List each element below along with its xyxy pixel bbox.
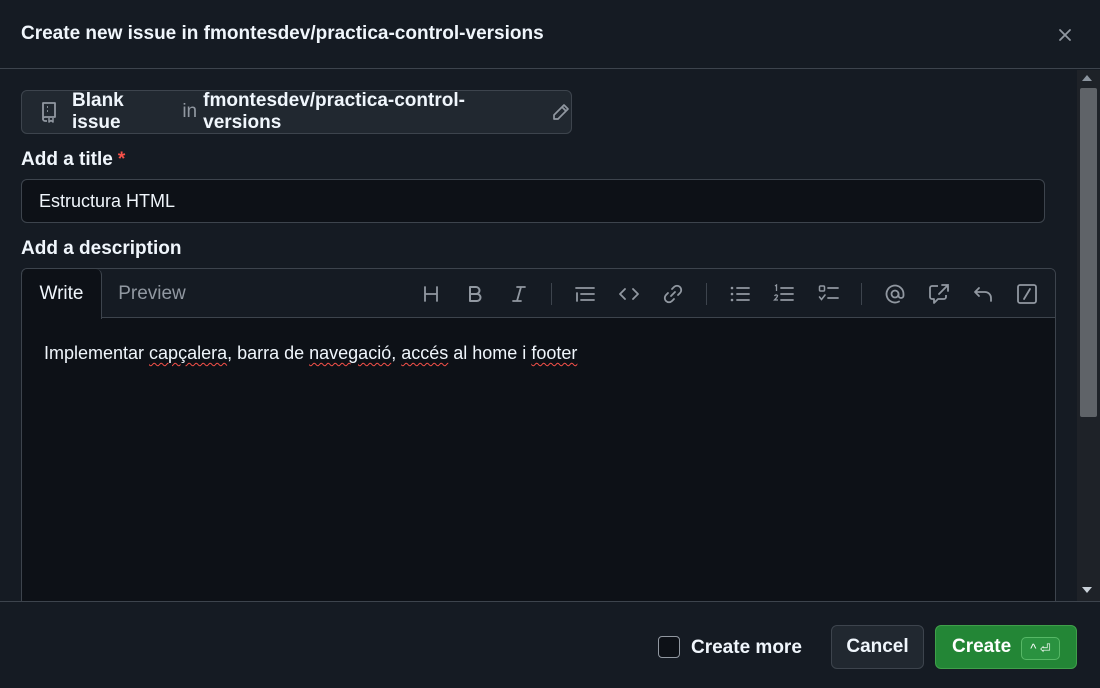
scroll-thumb[interactable]	[1080, 88, 1097, 417]
keyboard-shortcut-hint: ^ ⏎	[1021, 637, 1060, 660]
ordered-list-button[interactable]	[770, 280, 798, 308]
italic-icon	[512, 286, 526, 302]
create-more-checkbox[interactable]	[658, 636, 680, 658]
tab-preview[interactable]: Preview	[104, 269, 200, 319]
reference-icon	[929, 284, 949, 304]
text-part: Implementar	[44, 343, 150, 363]
code-button[interactable]	[615, 280, 643, 308]
dialog-header: Create new issue in fmontesdev/practica-…	[0, 0, 1100, 69]
link-button[interactable]	[659, 280, 687, 308]
dialog-body: Blank issue in fmontesdev/practica-contr…	[0, 70, 1077, 601]
unordered-list-icon	[730, 286, 750, 302]
template-repo: fmontesdev/practica-control-versions	[203, 90, 465, 133]
title-label-text: Add a title	[21, 149, 113, 170]
close-icon	[1059, 29, 1071, 41]
toolbar-divider	[551, 283, 552, 305]
toolbar-divider	[861, 283, 862, 305]
description-textarea[interactable]: Implementar capçalera, barra de navegaci…	[44, 343, 577, 364]
mention-button[interactable]	[881, 280, 909, 308]
scroll-down-arrow-icon[interactable]	[1082, 587, 1092, 593]
close-button[interactable]	[1052, 22, 1078, 48]
editor-toolbar: Write Preview	[22, 269, 1055, 319]
misspelled-word: navegació	[309, 343, 392, 363]
scroll-up-arrow-icon[interactable]	[1082, 75, 1092, 81]
undo-icon	[974, 287, 992, 302]
text-part: , barra de	[227, 343, 310, 363]
dialog-footer: Create more Cancel Create ^ ⏎	[0, 601, 1100, 688]
reference-button[interactable]	[925, 280, 953, 308]
slash-commands-icon	[1017, 284, 1037, 304]
misspelled-word: capçalera	[149, 343, 228, 363]
ordered-list-icon	[773, 284, 794, 301]
bold-button[interactable]	[461, 280, 489, 308]
scrollbar[interactable]	[1077, 70, 1100, 601]
task-list-icon	[818, 285, 839, 301]
template-name: Blank issue	[72, 90, 124, 133]
link-icon	[663, 284, 683, 304]
unordered-list-button[interactable]	[726, 280, 754, 308]
task-list-button[interactable]	[815, 280, 843, 308]
toolbar-divider	[706, 283, 707, 305]
create-issue-dialog: Create new issue in fmontesdev/practica-…	[0, 0, 1100, 688]
italic-button[interactable]	[505, 280, 533, 308]
dialog-title: Create new issue in fmontesdev/practica-…	[21, 23, 544, 44]
template-connector: in	[182, 101, 198, 122]
template-selector[interactable]: Blank issue in fmontesdev/practica-contr…	[21, 90, 572, 134]
text-part: ,	[391, 343, 402, 363]
required-mark: *	[117, 149, 126, 170]
create-button-label: Create	[952, 636, 1012, 657]
cancel-button[interactable]: Cancel	[831, 625, 924, 669]
repo-icon	[39, 101, 59, 123]
pencil-icon[interactable]	[551, 102, 571, 122]
description-editor: Write Preview Implementar capçalera, bar…	[21, 268, 1056, 601]
tab-write[interactable]: Write	[22, 269, 102, 319]
description-label: Add a description	[21, 238, 182, 259]
mention-icon	[885, 284, 905, 304]
create-button[interactable]: Create ^ ⏎	[935, 625, 1077, 669]
heading-button[interactable]	[417, 280, 445, 308]
heading-icon	[424, 286, 438, 302]
quote-icon	[575, 287, 595, 302]
misspelled-word: accés	[401, 343, 449, 363]
bold-icon	[469, 286, 482, 302]
quote-button[interactable]	[571, 280, 599, 308]
title-input[interactable]	[21, 179, 1045, 223]
misspelled-word: footer	[531, 343, 578, 363]
text-part: al home i	[448, 343, 532, 363]
create-more-label[interactable]: Create more	[691, 637, 802, 659]
code-icon	[619, 288, 639, 300]
undo-button[interactable]	[969, 280, 997, 308]
title-label: Add a title *	[21, 149, 125, 171]
slash-commands-button[interactable]	[1013, 280, 1041, 308]
